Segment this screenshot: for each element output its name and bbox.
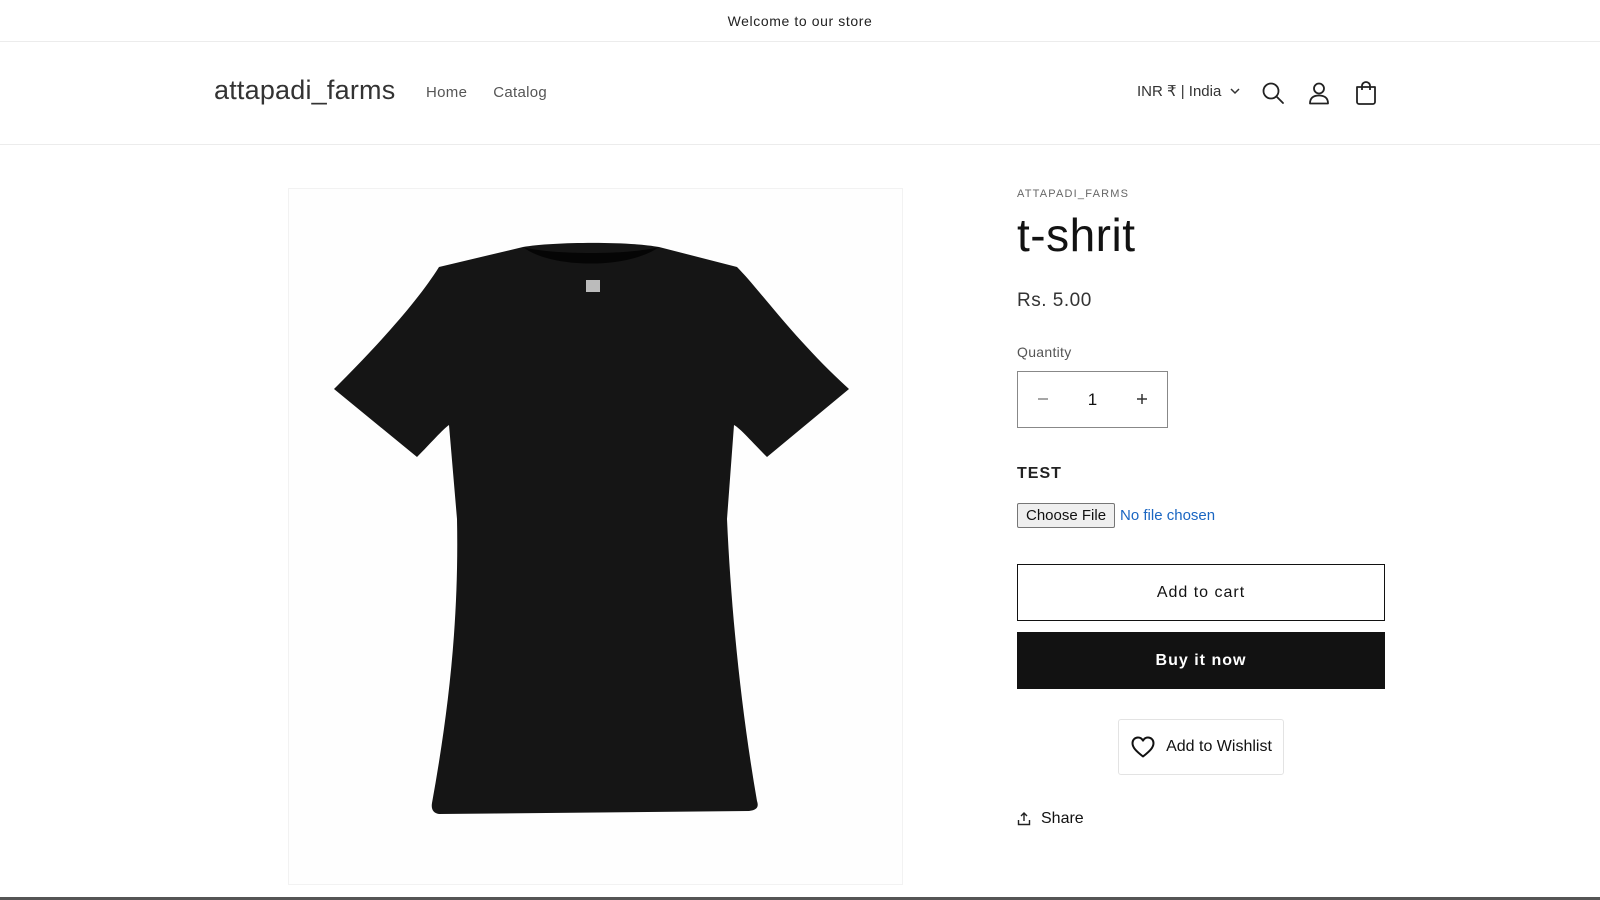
nav-link-home[interactable]: Home (426, 84, 467, 101)
search-button[interactable] (1258, 78, 1288, 108)
heart-icon (1131, 736, 1155, 758)
chevron-down-icon (1230, 88, 1240, 95)
announcement-bar: Welcome to our store (0, 0, 1600, 42)
localization-label: INR ₹ | India (1137, 83, 1222, 100)
add-to-cart-button[interactable]: Add to cart (1017, 564, 1385, 621)
announcement-text: Welcome to our store (727, 12, 873, 29)
product-vendor: ATTAPADI_FARMS (1017, 188, 1130, 200)
search-icon (1262, 82, 1284, 104)
file-upload: Choose File No file chosen (1017, 503, 1215, 528)
cart-icon (1356, 81, 1376, 105)
custom-field-label: TEST (1017, 465, 1062, 482)
choose-file-button[interactable]: Choose File (1017, 503, 1116, 528)
file-status: No file chosen (1120, 507, 1216, 524)
tshirt-shape (334, 242, 849, 814)
share-icon (1017, 812, 1031, 826)
share-button[interactable]: Share (1017, 810, 1084, 828)
store-logo[interactable]: attapadi_farms (214, 75, 395, 106)
add-to-wishlist-button[interactable]: Add to Wishlist (1118, 719, 1284, 775)
quantity-input[interactable] (1068, 389, 1117, 410)
quantity-stepper (1017, 371, 1168, 428)
product-title: t-shrit (1017, 209, 1136, 261)
quantity-label: Quantity (1017, 344, 1072, 360)
main-nav: Home Catalog (426, 84, 547, 101)
product-image[interactable] (288, 188, 903, 885)
currency-country-selector[interactable]: INR ₹ | India (1137, 82, 1241, 100)
wishlist-label: Add to Wishlist (1166, 738, 1272, 755)
neck-label-shape (586, 280, 600, 292)
account-icon (1309, 82, 1329, 105)
account-button[interactable] (1304, 78, 1334, 108)
plus-icon (1137, 394, 1147, 404)
nav-link-catalog[interactable]: Catalog (493, 84, 547, 101)
site-header: attapadi_farms Home Catalog INR ₹ | Indi… (0, 42, 1600, 145)
cart-button[interactable] (1351, 78, 1381, 108)
tshirt-image (334, 242, 849, 814)
quantity-decrease-button[interactable] (1018, 372, 1068, 427)
product-price: Rs. 5.00 (1017, 290, 1092, 311)
minus-icon (1038, 398, 1048, 400)
share-label: Share (1041, 810, 1084, 827)
quantity-increase-button[interactable] (1117, 372, 1167, 427)
buy-now-button[interactable]: Buy it now (1017, 632, 1385, 689)
